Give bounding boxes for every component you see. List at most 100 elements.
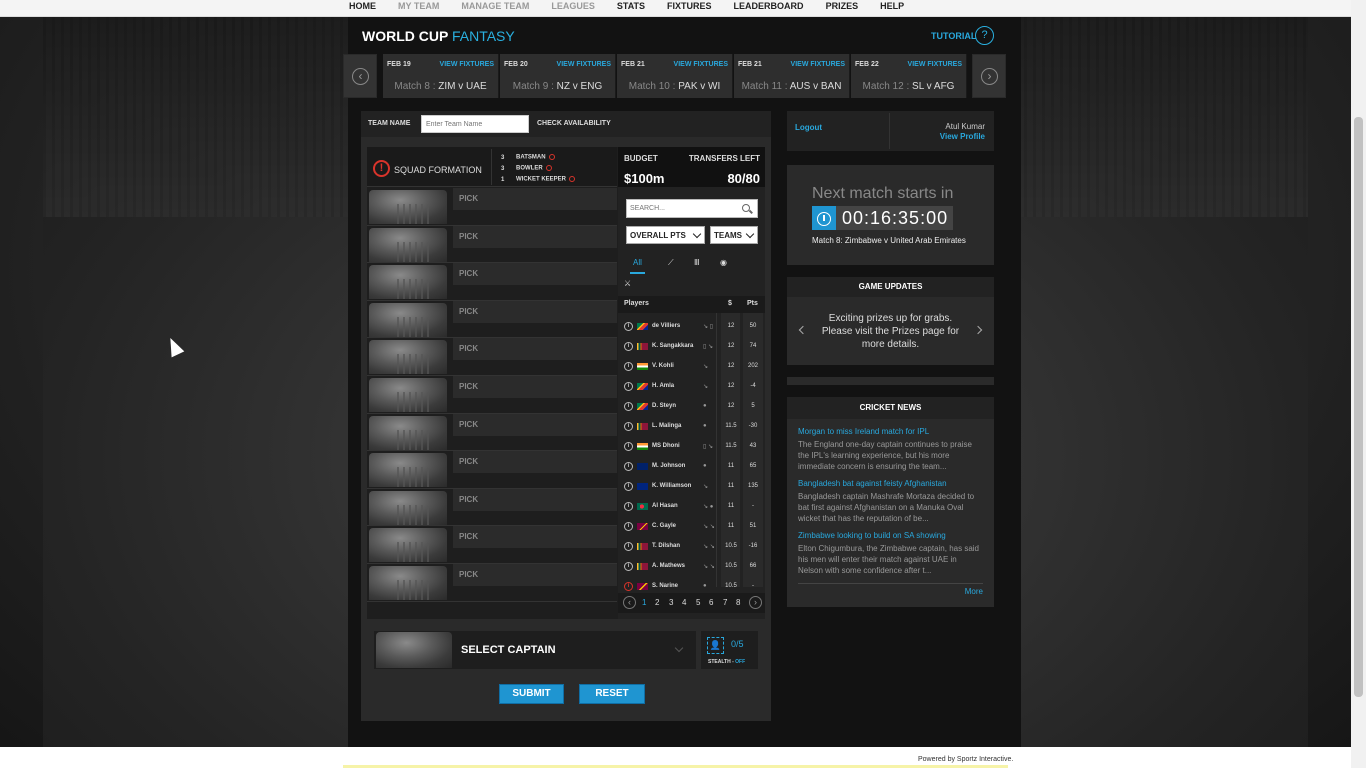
player-row[interactable]: i Al Hasan ↘ ● 11 -	[618, 497, 765, 517]
search-input[interactable]	[627, 200, 737, 217]
prev-page-icon[interactable]: ‹	[623, 596, 636, 609]
fixtures-next-button[interactable]: ›	[972, 54, 1006, 98]
pick-slot[interactable]: PICK	[367, 451, 617, 489]
fixture-card[interactable]: FEB 22 VIEW FIXTURES Match 12 : SL v AFG	[851, 54, 967, 98]
page-1[interactable]: 1	[642, 598, 646, 607]
chevron-right-icon[interactable]	[973, 325, 983, 335]
player-row[interactable]: i T. Dilshan ↘ ↘ 10.5 -16	[618, 537, 765, 557]
nav-home[interactable]: HOME	[349, 0, 376, 12]
page-5[interactable]: 5	[696, 598, 700, 607]
view-fixtures-link[interactable]: VIEW FIXTURES	[674, 61, 728, 68]
info-icon[interactable]: i	[624, 362, 633, 371]
countdown-value: 00:16:35:00	[842, 208, 949, 228]
teams-select[interactable]: TEAMS	[710, 226, 758, 244]
info-icon[interactable]: i	[624, 462, 633, 471]
info-icon[interactable]: i	[624, 522, 633, 531]
chevron-left-icon[interactable]	[798, 325, 808, 335]
scrollbar-thumb[interactable]	[1354, 117, 1363, 697]
player-row[interactable]: i K. Williamson ↘ 11 135	[618, 477, 765, 497]
nav-leaderboard[interactable]: LEADERBOARD	[734, 0, 804, 12]
view-fixtures-link[interactable]: VIEW FIXTURES	[440, 61, 494, 68]
pick-slot[interactable]: PICK	[367, 488, 617, 527]
allrounder-icon[interactable]: ⚔	[624, 279, 631, 288]
page-8[interactable]: 8	[736, 598, 740, 607]
submit-button[interactable]: SUBMIT	[499, 684, 564, 704]
check-availability-button[interactable]: CHECK AVAILABILITY	[537, 120, 611, 127]
info-icon[interactable]: i	[624, 402, 633, 411]
fixture-card[interactable]: FEB 21 VIEW FIXTURES Match 10 : PAK v WI	[617, 54, 733, 98]
pick-slot[interactable]: PICK	[367, 225, 617, 264]
nav-my-team[interactable]: MY TEAM	[398, 0, 439, 12]
nav-stats[interactable]: STATS	[617, 0, 645, 12]
pick-slot[interactable]: PICK	[367, 413, 617, 452]
info-icon[interactable]: i	[624, 582, 633, 591]
player-row[interactable]: i A. Mathews ↘ ↘ 10.5 66	[618, 557, 765, 577]
logout-link[interactable]: Logout	[795, 123, 822, 132]
pick-slot[interactable]: PICK	[367, 338, 617, 376]
news-title-link[interactable]: Zimbabwe looking to build on SA showing	[798, 531, 982, 540]
player-row[interactable]: i H. Amla ↘ 12 -4	[618, 377, 765, 397]
pick-slot[interactable]: PICK	[367, 375, 617, 414]
player-row[interactable]: i MS Dhoni ▯ ↘ 11.5 43	[618, 437, 765, 457]
bat-icon[interactable]: ⟋	[668, 258, 674, 268]
fixture-card[interactable]: FEB 19 VIEW FIXTURES Match 8 : ZIM v UAE	[383, 54, 499, 98]
info-icon[interactable]: i	[624, 322, 633, 331]
page-7[interactable]: 7	[723, 598, 727, 607]
info-icon[interactable]: i	[624, 342, 633, 351]
pick-slot[interactable]: PICK	[367, 526, 617, 564]
page-6[interactable]: 6	[709, 598, 713, 607]
filter-all[interactable]: All	[630, 258, 645, 274]
news-title-link[interactable]: Morgan to miss Ireland match for IPL	[798, 427, 982, 436]
view-profile-link[interactable]: View Profile	[940, 132, 985, 141]
player-row[interactable]: i C. Gayle ↘ ↘ 11 51	[618, 517, 765, 537]
page-4[interactable]: 4	[682, 598, 686, 607]
info-icon[interactable]: i	[624, 442, 633, 451]
team-name-input[interactable]	[421, 115, 529, 133]
pick-slot[interactable]: PICK	[367, 563, 617, 602]
view-fixtures-link[interactable]: VIEW FIXTURES	[791, 61, 845, 68]
wicket-icon[interactable]: Ⅲ	[694, 258, 700, 267]
page-3[interactable]: 3	[669, 598, 673, 607]
info-icon[interactable]: i	[624, 422, 633, 431]
select-captain[interactable]: SELECT CAPTAIN	[374, 631, 696, 669]
help-icon[interactable]: ?	[975, 26, 994, 45]
fixture-card[interactable]: FEB 20 VIEW FIXTURES Match 9 : NZ v ENG	[500, 54, 616, 98]
news-title-link[interactable]: Bangladesh bat against feisty Afghanista…	[798, 479, 982, 488]
player-row[interactable]: i D. Steyn ● 12 5	[618, 397, 765, 417]
player-row[interactable]: i L. Malinga ● 11.5 -30	[618, 417, 765, 437]
tutorial-link[interactable]: TUTORIAL	[931, 31, 976, 41]
player-row[interactable]: i V. Kohli ↘ 12 202	[618, 357, 765, 377]
pick-slot[interactable]: PICK	[367, 300, 617, 339]
info-icon[interactable]: i	[624, 502, 633, 511]
reset-button[interactable]: RESET	[579, 684, 645, 704]
player-name: A. Mathews	[652, 563, 686, 569]
player-row[interactable]: i de Villiers ↘ ▯ 12 50	[618, 317, 765, 337]
stealth-toggle[interactable]: 👤 0/5 STEALTH - OFF	[701, 631, 758, 669]
info-icon[interactable]: i	[624, 542, 633, 551]
brand-logo[interactable]: WORLD CUP FANTASY	[362, 28, 515, 44]
nav-manage-team[interactable]: MANAGE TEAM	[461, 0, 529, 12]
view-fixtures-link[interactable]: VIEW FIXTURES	[908, 61, 962, 68]
fixture-card[interactable]: FEB 21 VIEW FIXTURES Match 11 : AUS v BA…	[734, 54, 850, 98]
info-icon[interactable]: i	[624, 562, 633, 571]
ball-icon[interactable]: ◉	[720, 258, 727, 267]
search-icon[interactable]	[742, 204, 750, 212]
nav-prizes[interactable]: PRIZES	[826, 0, 859, 12]
page-2[interactable]: 2	[655, 598, 659, 607]
next-page-icon[interactable]: ›	[749, 596, 762, 609]
sort-select[interactable]: OVERALL PTS	[626, 226, 705, 244]
info-icon[interactable]: i	[624, 382, 633, 391]
page-scrollbar[interactable]	[1351, 0, 1366, 768]
pick-slot[interactable]: PICK	[367, 263, 617, 301]
more-news-link[interactable]: More	[965, 587, 983, 596]
fixtures-prev-button[interactable]: ‹	[343, 54, 377, 98]
info-icon[interactable]: i	[624, 482, 633, 491]
player-row[interactable]: i M. Johnson ● 11 65	[618, 457, 765, 477]
nav-fixtures[interactable]: FIXTURES	[667, 0, 712, 12]
nav-help[interactable]: HELP	[880, 0, 904, 12]
skill-icon: ↘	[703, 364, 709, 370]
player-row[interactable]: i K. Sangakkara ▯ ↘ 12 74	[618, 337, 765, 357]
pick-slot[interactable]: PICK	[367, 188, 617, 226]
view-fixtures-link[interactable]: VIEW FIXTURES	[557, 61, 611, 68]
nav-leagues[interactable]: LEAGUES	[551, 0, 595, 12]
